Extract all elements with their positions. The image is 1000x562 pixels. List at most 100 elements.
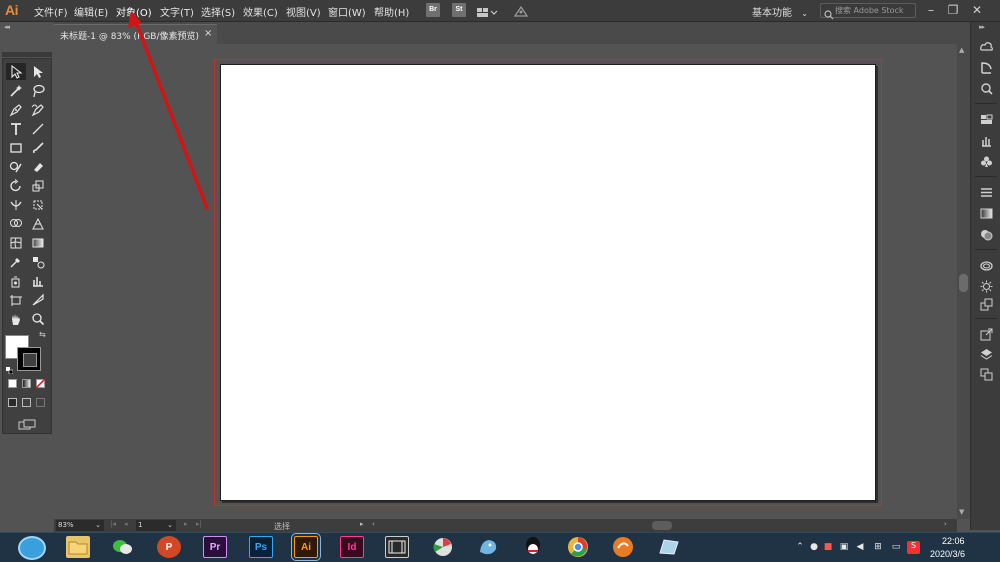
rectangle-tool[interactable] — [6, 139, 26, 156]
photoshop-app[interactable]: Ps — [249, 536, 273, 558]
column-graph-tool[interactable] — [28, 272, 48, 289]
default-colors-icon[interactable] — [6, 359, 14, 375]
artboards-panel-button[interactable] — [978, 366, 994, 382]
draw-behind-button[interactable] — [22, 398, 31, 407]
artboard-tool[interactable] — [6, 291, 26, 308]
export-panel-button[interactable] — [978, 326, 994, 342]
menu-type[interactable]: 文字(T) — [160, 4, 194, 19]
free-transform-tool[interactable] — [28, 196, 48, 213]
eraser-tool[interactable] — [28, 158, 48, 175]
gradient-panel-button[interactable] — [978, 205, 994, 221]
document-tab[interactable]: 未标题-1 @ 83% (RGB/像素预览) × — [54, 24, 217, 44]
symbols-panel-button[interactable] — [978, 153, 994, 169]
keyboard-icon[interactable]: ▭ — [891, 542, 901, 552]
stock-button[interactable]: St — [452, 3, 466, 17]
clock-date[interactable]: 2020/3/6 — [930, 549, 965, 559]
workspace-switcher[interactable]: 基本功能 ⌄ — [752, 4, 808, 19]
menu-select[interactable]: 选择(S) — [201, 4, 235, 19]
clock-time[interactable]: 22:06 — [942, 536, 965, 546]
stock-search-box[interactable] — [820, 3, 916, 20]
line-segment-tool[interactable] — [28, 120, 48, 137]
menu-object[interactable]: 对象(O) — [116, 4, 152, 19]
image-trace-panel-button[interactable] — [978, 278, 994, 294]
slice-tool[interactable] — [28, 291, 48, 308]
document-canvas[interactable] — [54, 44, 957, 519]
close-tab-button[interactable]: × — [204, 28, 212, 39]
menu-edit[interactable]: 编辑(E) — [74, 4, 108, 19]
swatches-panel-button[interactable] — [978, 111, 994, 127]
shape-builder-tool[interactable] — [6, 215, 26, 232]
asset-export-panel-button[interactable] — [978, 296, 994, 312]
lasso-tool[interactable] — [28, 82, 48, 99]
curvature-tool[interactable] — [28, 101, 48, 118]
selection-tool[interactable] — [6, 63, 26, 80]
draw-inside-button[interactable] — [36, 398, 45, 407]
network-icon[interactable]: ▣ — [839, 542, 849, 552]
maximize-button[interactable]: ❐ — [944, 2, 962, 18]
show-hidden-icons-icon[interactable]: ⌃ — [795, 542, 805, 552]
indesign-app[interactable]: Id — [340, 536, 364, 558]
browser-app[interactable] — [611, 536, 635, 558]
none-mode-button[interactable] — [36, 379, 45, 388]
status-menu-icon[interactable]: ▸ — [360, 520, 364, 528]
menu-effect[interactable]: 效果(C) — [243, 4, 278, 19]
layers-panel-button[interactable] — [978, 346, 994, 362]
artboard[interactable] — [220, 64, 876, 501]
color-mode-button[interactable] — [8, 379, 17, 388]
zoom-level-field[interactable]: 83% ⌄ — [56, 520, 104, 531]
graphic-styles-panel-button[interactable] — [978, 257, 994, 273]
horizontal-scroll-thumb[interactable] — [652, 521, 672, 530]
premiere-app[interactable]: Pr — [203, 536, 227, 558]
next-artboard-icon[interactable]: ▸ — [184, 520, 188, 528]
stock-search-input[interactable] — [835, 4, 915, 17]
collapse-panel-icon[interactable]: ◂◂ — [4, 23, 10, 31]
first-artboard-icon[interactable]: |◂ — [110, 520, 116, 528]
artboard-number-field[interactable]: 1 ⌄ — [136, 520, 176, 531]
chrome-app[interactable] — [566, 536, 590, 558]
vertical-scroll-thumb[interactable] — [959, 274, 968, 292]
scroll-down-icon[interactable]: ▼ — [959, 508, 964, 516]
powerpoint-app[interactable]: P — [157, 536, 181, 558]
scroll-up-icon[interactable]: ▲ — [959, 46, 964, 54]
shaper-tool[interactable] — [6, 158, 26, 175]
eyedropper-tool[interactable] — [6, 253, 26, 270]
sogou-input-icon[interactable]: S — [907, 541, 920, 554]
mesh-tool[interactable] — [6, 234, 26, 251]
stroke-panel-button[interactable] — [978, 184, 994, 200]
menu-file[interactable]: 文件(F) — [34, 4, 68, 19]
rotate-tool[interactable] — [6, 177, 26, 194]
properties-panel-button[interactable] — [978, 59, 994, 75]
type-tool[interactable] — [6, 120, 26, 137]
last-artboard-icon[interactable]: ▸| — [196, 520, 202, 528]
wechat-app[interactable] — [111, 536, 135, 558]
menu-view[interactable]: 视图(V) — [286, 4, 321, 19]
symbol-sprayer-tool[interactable] — [6, 272, 26, 289]
media-app[interactable] — [431, 536, 455, 558]
vertical-scrollbar[interactable]: ▲ ▼ — [957, 44, 970, 519]
stroke-color-swatch[interactable] — [17, 347, 41, 371]
width-tool[interactable] — [6, 196, 26, 213]
scale-tool[interactable] — [28, 177, 48, 194]
screen-mode-button[interactable] — [18, 415, 36, 430]
direct-selection-tool[interactable] — [28, 63, 48, 80]
scroll-left-icon[interactable]: ‹ — [372, 520, 375, 528]
notepad-app[interactable] — [476, 536, 500, 558]
scroll-right-icon[interactable]: › — [944, 520, 947, 528]
brushes-panel-button[interactable] — [978, 132, 994, 148]
bridge-button[interactable]: Br — [426, 3, 440, 17]
libraries-panel-button[interactable] — [978, 38, 994, 54]
minimize-button[interactable]: – — [922, 2, 940, 18]
swap-colors-icon[interactable]: ⇆ — [39, 330, 46, 339]
draw-normal-button[interactable] — [8, 398, 17, 407]
hand-tool[interactable] — [6, 310, 26, 327]
menu-window[interactable]: 窗口(W) — [328, 4, 366, 19]
arrange-documents-button[interactable] — [476, 4, 498, 17]
volume-icon[interactable]: ◀ — [855, 542, 865, 552]
qq-app[interactable] — [521, 536, 545, 558]
file-explorer-app[interactable] — [66, 536, 90, 558]
blend-tool[interactable] — [28, 253, 48, 270]
tools-panel-grip[interactable] — [2, 52, 52, 57]
antivirus-icon[interactable]: ■ — [823, 542, 833, 552]
paintbrush-tool[interactable] — [28, 139, 48, 156]
video-app[interactable] — [385, 536, 409, 558]
